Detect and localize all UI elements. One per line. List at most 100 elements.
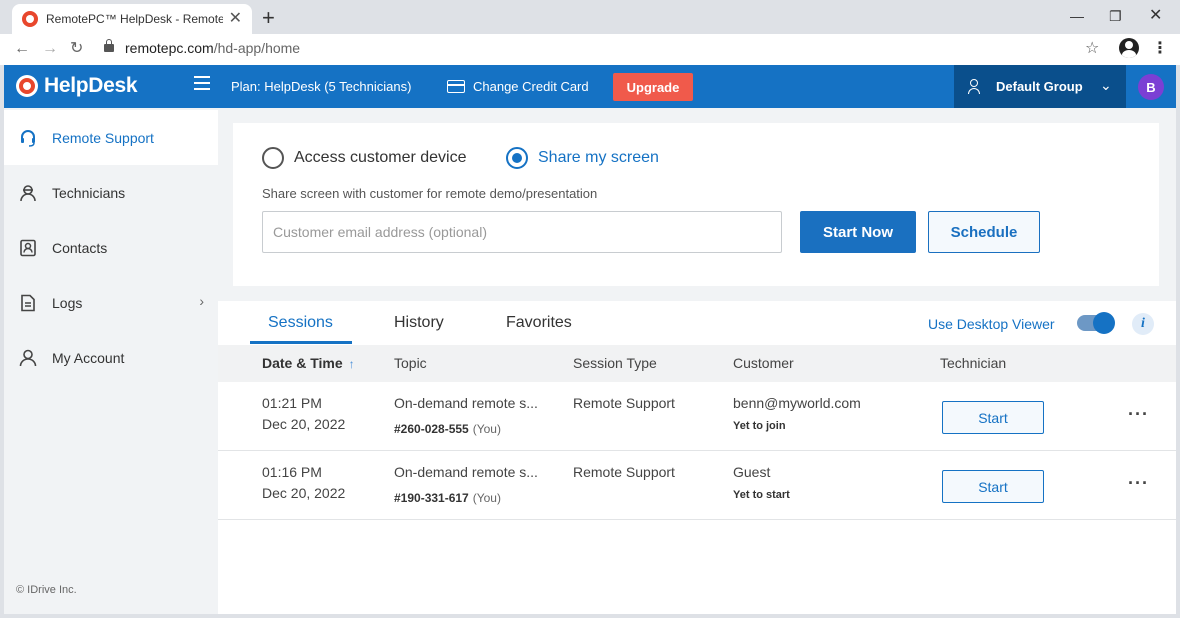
session-id: #260-028-555 (You) xyxy=(394,422,501,436)
sidebar-item-contacts[interactable]: Contacts xyxy=(4,220,218,275)
forward-arrow-icon[interactable]: → xyxy=(42,38,58,60)
session-id-number: #260-028-555 xyxy=(394,422,469,436)
share-card: Access customer device Share my screen S… xyxy=(233,123,1159,286)
sidebar-item-label: My Account xyxy=(52,349,125,366)
session-topic: On-demand remote s... xyxy=(394,464,538,480)
app-header: HelpDesk Plan: HelpDesk (5 Technicians) … xyxy=(4,65,1176,108)
window-close-icon[interactable]: ✕ xyxy=(1149,6,1162,26)
session-type: Remote Support xyxy=(573,464,675,480)
tab-title: RemotePC™ HelpDesk - Remote xyxy=(46,12,223,26)
lock-icon[interactable] xyxy=(104,39,114,52)
radio-access-customer-device[interactable]: Access customer device xyxy=(262,147,467,169)
sidebar-item-label: Technicians xyxy=(52,184,126,201)
sidebar-item-my-account[interactable]: My Account xyxy=(4,330,218,385)
tab-history[interactable]: History xyxy=(394,314,444,332)
start-now-button[interactable]: Start Now xyxy=(800,211,916,253)
close-icon[interactable]: ✕ xyxy=(229,11,242,27)
main-content: Access customer device Share my screen S… xyxy=(218,108,1176,614)
sidebar-item-label: Contacts xyxy=(52,239,108,256)
sidebar-item-label: Logs xyxy=(52,294,83,311)
group-selector[interactable]: Default Group ⌄ xyxy=(954,65,1126,108)
upgrade-button[interactable]: Upgrade xyxy=(613,73,693,101)
credit-card-icon[interactable] xyxy=(447,80,465,93)
logo-text: HelpDesk xyxy=(44,74,138,97)
session-time: 01:16 PM xyxy=(262,464,322,480)
desktop-viewer-toggle[interactable] xyxy=(1077,312,1115,334)
session-status: Yet to start xyxy=(733,489,790,501)
column-header-technician: Technician xyxy=(940,355,1007,371)
more-options-icon[interactable]: ··· xyxy=(1128,404,1149,425)
group-icon xyxy=(968,78,988,95)
column-header-date-time[interactable]: Date & Time ↑ xyxy=(262,355,355,371)
use-desktop-viewer-label: Use Desktop Viewer xyxy=(928,316,1055,332)
column-label: Date & Time xyxy=(262,355,343,371)
browser-titlebar: RemotePC™ HelpDesk - Remote ✕ + — ❐ ✕ xyxy=(0,0,1180,34)
session-owner: (You) xyxy=(472,491,501,505)
column-header-customer: Customer xyxy=(733,355,794,371)
table-row: 01:21 PM Dec 20, 2022 On-demand remote s… xyxy=(218,382,1176,451)
radio-share-my-screen[interactable]: Share my screen xyxy=(506,147,659,169)
tab-sessions[interactable]: Sessions xyxy=(268,314,333,332)
session-status: Yet to join xyxy=(733,420,786,432)
sidebar-item-label: Remote Support xyxy=(52,129,154,146)
session-date: Dec 20, 2022 xyxy=(262,485,346,501)
minimize-icon[interactable]: — xyxy=(1070,6,1084,26)
radio-label: Access customer device xyxy=(294,149,467,166)
session-date: Dec 20, 2022 xyxy=(262,416,346,432)
sidebar: Remote Support Technicians Contacts Logs… xyxy=(4,108,218,614)
browser-tab[interactable]: RemotePC™ HelpDesk - Remote ✕ xyxy=(12,4,252,34)
active-tab-underline xyxy=(250,341,352,344)
sort-ascending-icon: ↑ xyxy=(348,357,355,371)
browser-toolbar: ← → ↻ remotepc.com/hd-app/home ☆ ⋮ xyxy=(0,34,1180,65)
session-customer: benn@myworld.com xyxy=(733,395,861,411)
radio-label: Share my screen xyxy=(538,149,659,166)
table-header: Date & Time ↑ Topic Session Type Customer… xyxy=(218,345,1176,382)
session-customer: Guest xyxy=(733,464,771,480)
copyright: © IDrive Inc. xyxy=(16,584,77,596)
star-icon[interactable]: ☆ xyxy=(1085,38,1099,58)
radio-circle xyxy=(506,147,528,169)
lifebuoy-icon xyxy=(22,11,38,27)
reload-icon[interactable]: ↻ xyxy=(70,38,83,60)
sidebar-item-logs[interactable]: Logs › xyxy=(4,275,218,330)
column-header-topic: Topic xyxy=(394,355,427,371)
sidebar-item-technicians[interactable]: Technicians xyxy=(4,165,218,220)
customer-email-input[interactable] xyxy=(262,211,782,253)
schedule-button[interactable]: Schedule xyxy=(928,211,1040,253)
back-arrow-icon[interactable]: ← xyxy=(14,38,30,60)
contact-card-icon xyxy=(18,238,38,258)
logo[interactable]: HelpDesk xyxy=(16,74,138,98)
start-session-button[interactable]: Start xyxy=(942,401,1044,434)
user-icon xyxy=(18,348,38,368)
session-type: Remote Support xyxy=(573,395,675,411)
lifebuoy-icon xyxy=(16,75,38,97)
table-row: 01:16 PM Dec 20, 2022 On-demand remote s… xyxy=(218,451,1176,520)
plus-icon[interactable]: + xyxy=(262,6,275,30)
more-options-icon[interactable]: ··· xyxy=(1128,473,1149,494)
avatar[interactable]: B xyxy=(1138,74,1164,100)
session-id: #190-331-617 (You) xyxy=(394,491,501,505)
tab-favorites[interactable]: Favorites xyxy=(506,314,572,332)
start-session-button[interactable]: Start xyxy=(942,470,1044,503)
info-icon[interactable]: i xyxy=(1132,313,1154,335)
session-owner: (You) xyxy=(472,422,501,436)
document-icon xyxy=(18,293,38,313)
sidebar-item-remote-support[interactable]: Remote Support xyxy=(4,110,218,165)
kebab-menu-icon[interactable]: ⋮ xyxy=(1152,38,1168,58)
profile-icon[interactable] xyxy=(1119,38,1139,58)
sessions-panel: Sessions History Favorites Use Desktop V… xyxy=(218,301,1176,614)
change-credit-card-link[interactable]: Change Credit Card xyxy=(473,79,589,94)
chevron-right-icon: › xyxy=(199,293,204,309)
session-id-number: #190-331-617 xyxy=(394,491,469,505)
radio-circle xyxy=(262,147,284,169)
hamburger-icon[interactable] xyxy=(194,76,210,90)
address-bar[interactable]: remotepc.com/hd-app/home xyxy=(125,40,300,56)
column-header-session-type: Session Type xyxy=(573,355,657,371)
headset-icon xyxy=(18,128,38,148)
share-description: Share screen with customer for remote de… xyxy=(262,186,598,201)
group-label: Default Group xyxy=(996,79,1083,94)
url-path: /hd-app/home xyxy=(213,40,301,56)
technician-icon xyxy=(18,183,38,203)
session-topic: On-demand remote s... xyxy=(394,395,538,411)
restore-icon[interactable]: ❐ xyxy=(1109,6,1122,26)
